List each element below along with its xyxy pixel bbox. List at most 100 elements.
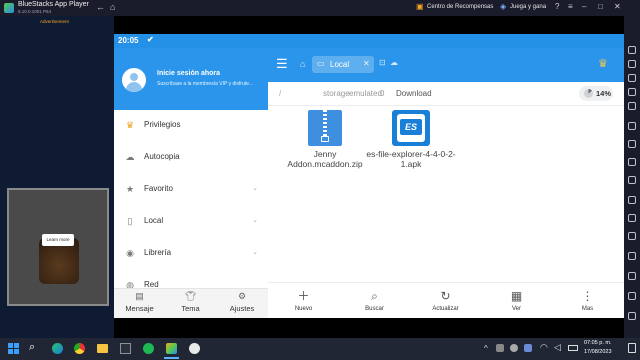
- maximize-icon[interactable]: □: [598, 2, 603, 11]
- wifi-icon[interactable]: ◠: [540, 342, 548, 353]
- rewards-icon[interactable]: ▣: [416, 2, 424, 11]
- breadcrumb-root[interactable]: /: [279, 89, 281, 98]
- search-label: Buscar: [365, 306, 384, 312]
- cloud-icon[interactable]: ☁: [390, 58, 398, 67]
- tab-close-icon[interactable]: ✕: [363, 59, 370, 68]
- file-item[interactable]: ES es-file-explorer-4-4-0-2-1.apk: [366, 110, 456, 169]
- vip-crown-icon[interactable]: ♛: [598, 57, 608, 70]
- macro-icon[interactable]: [628, 214, 636, 222]
- new-button[interactable]: ＋ Nuevo: [268, 283, 339, 319]
- edge-icon[interactable]: [52, 343, 63, 354]
- file-name: Jenny Addon.mcaddon.zip: [287, 149, 363, 169]
- shirt-icon: 👕︎: [184, 291, 197, 301]
- apk-install-icon[interactable]: [628, 122, 636, 130]
- more-label: Mas: [581, 306, 594, 312]
- close-icon[interactable]: ✕: [614, 2, 621, 11]
- search-icon[interactable]: ⌕: [29, 341, 35, 354]
- screenshot-icon[interactable]: [628, 140, 636, 148]
- taskbar-time[interactable]: 07:05 p. m.: [584, 340, 612, 346]
- plus-icon: ＋: [297, 289, 310, 303]
- file-item[interactable]: Jenny Addon.mcaddon.zip: [280, 110, 370, 169]
- message-icon: ▤: [135, 291, 144, 301]
- shake-icon[interactable]: [628, 272, 636, 280]
- volume-icon[interactable]: [628, 60, 636, 68]
- volume-icon[interactable]: ◁: [554, 342, 561, 353]
- record-icon[interactable]: [628, 158, 636, 166]
- drawer-item-local[interactable]: ▯ Local ⌄: [114, 206, 268, 238]
- ad-learn-more-button[interactable]: Learn more: [42, 234, 74, 246]
- folder-icon[interactable]: [628, 176, 636, 184]
- message-button[interactable]: ▤ Mensaje: [114, 289, 165, 319]
- breadcrumb: / storage emulated 0 Download 14%: [268, 82, 624, 106]
- files-icon[interactable]: [97, 344, 108, 353]
- fullscreen-icon[interactable]: [628, 46, 636, 54]
- drawer-item-privilegios[interactable]: ♛ Privilegios: [114, 110, 268, 142]
- view-button[interactable]: ▦ Ver: [481, 283, 552, 319]
- search-icon: ⌕: [371, 289, 378, 303]
- battery-icon[interactable]: [568, 345, 578, 351]
- message-label: Mensaje: [125, 304, 154, 313]
- ad-video[interactable]: Learn more: [7, 188, 109, 306]
- drawer-item-libreria[interactable]: ◉ Librería ⌄: [114, 238, 268, 270]
- theme-label: Tema: [181, 304, 200, 313]
- add-tab-icon[interactable]: ⊡: [379, 58, 386, 67]
- android-bottom-frame: [114, 318, 624, 338]
- crown-icon: ♛: [125, 120, 135, 130]
- storage-percent: 14%: [596, 89, 612, 98]
- windows-start-icon[interactable]: [8, 343, 19, 354]
- user-avatar-icon: [122, 68, 146, 92]
- breadcrumb-download[interactable]: Download: [396, 89, 432, 98]
- minimize-icon[interactable]: –: [582, 2, 586, 11]
- play-icon[interactable]: ◈: [500, 2, 506, 11]
- eco-mode-icon[interactable]: [628, 232, 636, 240]
- breadcrumb-storage[interactable]: storage: [323, 89, 350, 98]
- apk-file-icon: ES: [392, 110, 430, 146]
- gamepad-icon[interactable]: [628, 102, 636, 110]
- drawer-item-autocopia[interactable]: ☁ Autocopia: [114, 142, 268, 174]
- more-button[interactable]: ⋮ Mas: [552, 283, 623, 319]
- tray-chevron-icon[interactable]: ^: [484, 344, 488, 353]
- refresh-button[interactable]: ↻ Actualizar: [410, 283, 481, 319]
- rewards-button[interactable]: Centro de Recompensas: [427, 4, 493, 10]
- home-icon[interactable]: ⌂: [110, 2, 115, 12]
- settings-icon[interactable]: [628, 292, 636, 300]
- paint-icon[interactable]: [189, 343, 200, 354]
- play-and-win-button[interactable]: Juega y gana: [510, 4, 546, 10]
- active-app-indicator: [164, 357, 179, 359]
- hamburger-menu-icon[interactable]: ☰: [276, 57, 288, 70]
- tab-local[interactable]: ▭ Local ✕: [312, 56, 374, 73]
- back-icon[interactable]: [628, 312, 636, 320]
- bluestacks-taskbar-icon[interactable]: [166, 343, 177, 354]
- storage-usage-badge[interactable]: 14%: [579, 86, 613, 101]
- login-title: Inicie sesión ahora: [157, 70, 221, 77]
- taskbar-date[interactable]: 17/08/2023: [584, 349, 612, 355]
- breadcrumb-emulated[interactable]: emulated: [349, 89, 382, 98]
- search-button[interactable]: ⌕ Buscar: [339, 283, 410, 319]
- drawer-item-favorito[interactable]: ★ Favorito ⌄: [114, 174, 268, 206]
- tray-app-icon[interactable]: [524, 344, 532, 352]
- drawer-item-label: Autocopia: [144, 152, 180, 161]
- chrome-icon[interactable]: [74, 343, 85, 354]
- spotify-icon[interactable]: [143, 343, 154, 354]
- home-icon[interactable]: ⌂: [300, 59, 305, 69]
- menu-icon[interactable]: ≡: [568, 2, 573, 11]
- login-subtitle: Suscríbase a la membresía VIP y disfrute…: [157, 81, 254, 87]
- tray-app-icon[interactable]: [496, 344, 504, 352]
- settings-label: Ajustes: [229, 304, 255, 313]
- rotate-icon[interactable]: [628, 252, 636, 260]
- breadcrumb-zero[interactable]: 0: [380, 89, 384, 98]
- help-icon[interactable]: ?: [555, 2, 559, 11]
- drawer-login-header[interactable]: Inicie sesión ahora Suscríbase a la memb…: [114, 48, 268, 110]
- controls-icon[interactable]: [628, 88, 636, 96]
- back-arrow-icon[interactable]: ←: [96, 2, 105, 12]
- multi-instance-icon[interactable]: [628, 196, 636, 204]
- terminal-icon[interactable]: [120, 343, 131, 354]
- drawer-item-label: Red: [144, 280, 159, 288]
- notification-icon[interactable]: [628, 343, 636, 353]
- theme-button[interactable]: 👕︎ Tema: [165, 289, 216, 319]
- keyboard-icon[interactable]: [628, 74, 636, 82]
- tray-app-icon[interactable]: [510, 344, 518, 352]
- settings-button[interactable]: ⚙ Ajustes: [216, 289, 268, 319]
- drawer-item-red[interactable]: ◍ Red: [114, 270, 268, 288]
- bottom-toolbar: ＋ Nuevo ⌕ Buscar ↻ Actualizar ▦ Ver ⋮ Ma…: [268, 282, 624, 318]
